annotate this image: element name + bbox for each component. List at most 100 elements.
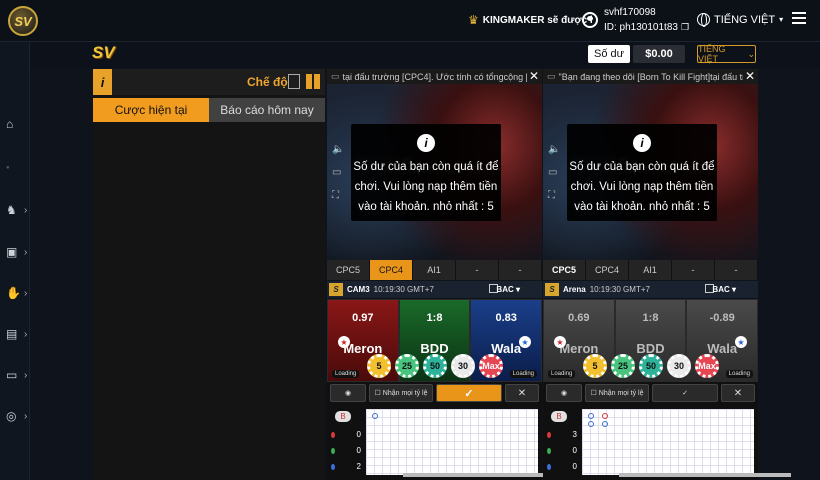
channel-tab[interactable]: CPC4 [370,260,413,280]
chip-5[interactable]: 5 [367,354,391,378]
chip-5[interactable]: 5 [583,354,607,378]
tab-current-bets[interactable]: Cược hiện tại [93,98,209,122]
mode-label: Chế độ [247,75,288,89]
result-dot-icon [331,447,335,454]
chip-max[interactable]: Max [479,354,503,378]
check-icon: ✓ [464,387,474,400]
road-count-value: 3 [572,430,577,439]
checkbox-icon: ☐ [374,390,381,397]
accept-odds-checkbox[interactable]: ☐ Nhận mọi tỷ lệ [369,384,433,402]
channel-tab[interactable]: - [456,260,499,280]
channel-tab[interactable]: CPC4 [586,260,629,280]
loading-badge: Loading [548,370,576,378]
history-tabs: Cược hiện tại Báo cáo hôm nay [93,98,325,122]
chip-50[interactable]: 50 [639,354,663,378]
info-icon[interactable]: i [93,69,112,95]
chip-settings-button[interactable]: ◉ [546,384,582,402]
chip-50[interactable]: 50 [423,354,447,378]
game-type-label[interactable]: BAC ▾ [712,285,736,294]
sidebar-item-sports[interactable]: ◎ › [6,408,28,424]
low-balance-modal: i Số dư của bạn còn quá ít để chơi. Vui … [351,124,501,221]
language-selector[interactable]: TIẾNG VIỆT ▾ [697,13,784,27]
game-type-label[interactable]: BAC ▾ [496,285,520,294]
screen-icon[interactable]: ▭ [332,167,344,178]
user-info[interactable]: svhf170098 ID: ph130101t83 ❐ [582,5,689,35]
bet-odds: 1:8 [642,312,659,324]
road-count-value: 0 [356,430,361,439]
close-icon[interactable]: ✕ [526,69,539,83]
game-table-panel: ▭ "Bạn đang theo dõi [Born To Kill Fight]… [543,69,791,480]
sidebar-item-casino[interactable]: ✋ › [6,285,28,301]
accept-odds-checkbox[interactable]: ☐ Nhận mọi tỷ lệ [585,384,649,402]
chip-30[interactable]: 30 [451,354,475,378]
game-language-label: TIẾNG VIỆT [698,44,726,64]
screen-icon[interactable]: ▭ [548,167,560,178]
channel-tab[interactable]: - [499,260,542,280]
table-info-row: S CAM3 10:19:30 GMT+7 BAC ▾ [327,281,542,298]
channel-tab[interactable]: - [672,260,715,280]
chip-30[interactable]: 30 [667,354,691,378]
road-scrollbar[interactable] [619,473,791,477]
sidebar: ⌂ ● ♞ › ▣ › ✋ › ▤ › ▭ › ◎ › [0,42,30,480]
fullscreen-icon[interactable]: ⛶ [332,190,344,201]
low-balance-modal: i Số dư của bạn còn quá ít để chơi. Vui … [567,124,717,221]
single-view-toggle[interactable] [288,74,300,89]
site-logo[interactable]: SV [8,6,38,36]
low-balance-message: Số dư của bạn còn quá ít để chơi. Vui lò… [569,161,715,213]
confirm-bet-button[interactable]: ✓ [436,384,502,402]
chip-icon: ◉ [560,390,568,397]
info-icon: i [417,134,435,152]
road-count-value: 0 [572,462,577,471]
road-board [582,409,791,477]
table-title-text: tại đấu trường [CPC4]. Ước tính có tổngc… [342,71,539,82]
home-icon[interactable]: ⌂ [6,116,28,132]
panel-header: i Chế độ [93,69,325,95]
sidebar-item-cards[interactable]: ▣ › [6,244,28,260]
hamburger-menu-icon[interactable] [792,12,806,27]
bet-history-icon[interactable]: B [551,411,567,422]
sidebar-item-lottery[interactable]: ▭ › [6,367,28,383]
copy-icon[interactable]: ❐ [681,22,689,32]
channel-tabs: CPC5 CPC4 AI1- - [543,260,758,280]
language-label: TIẾNG VIỆT [714,13,776,26]
sidebar-item-slots[interactable]: ▤ › [6,326,28,342]
channel-tab[interactable]: - [715,260,758,280]
sidebar-item-horse[interactable]: ♞ › [6,202,28,218]
chip-settings-button[interactable]: ◉ [330,384,366,402]
cancel-bet-button[interactable]: ✕ [505,384,539,402]
chip-25[interactable]: 25 [611,354,635,378]
lottery-icon: ▭ [6,368,18,382]
chip-selector: 5 25 50 30 Max [367,354,503,378]
close-icon[interactable]: ✕ [742,69,755,83]
channel-tab[interactable]: CPC5 [327,260,370,280]
channel-tab[interactable]: CPC5 [543,260,586,280]
road-map: B 3 0 0 [545,407,791,477]
chevron-right-icon: › [24,204,28,216]
channel-tab[interactable]: AI1 [629,260,672,280]
table-time: 10:19:30 GMT+7 [373,285,434,294]
fullscreen-icon[interactable]: ⛶ [548,190,560,201]
tab-today-report[interactable]: Báo cáo hôm nay [209,98,325,122]
channel-tab[interactable]: AI1 [413,260,456,280]
checkbox-icon: ☐ [590,390,597,397]
road-map: B 0 0 2 [329,407,575,477]
camera-name: CAM3 [347,285,370,294]
game-logo[interactable]: SV [92,43,124,67]
chip-max[interactable]: Max [695,354,719,378]
confirm-bet-button[interactable]: ✓ [652,384,718,402]
road-board [366,409,575,477]
low-balance-message: Số dư của bạn còn quá ít để chơi. Vui lò… [353,161,499,213]
camera-name: Arena [563,285,586,294]
chevron-down-icon: ▾ [779,15,784,24]
multi-view-toggle[interactable] [306,74,320,89]
volume-icon[interactable]: 🔈 [332,144,344,155]
cards-icon: ▣ [6,245,18,259]
chip-25[interactable]: 25 [395,354,419,378]
game-language-selector[interactable]: TIẾNG VIỆT ⌄ [697,44,756,64]
volume-icon[interactable]: 🔈 [548,144,560,155]
road-count: 2 [329,462,361,471]
hand-icon: ✋ [6,286,21,300]
cancel-bet-button[interactable]: ✕ [721,384,755,402]
marquee-text: KINGMAKER sẽ được l [482,14,593,26]
bet-history-icon[interactable]: B [335,411,351,422]
